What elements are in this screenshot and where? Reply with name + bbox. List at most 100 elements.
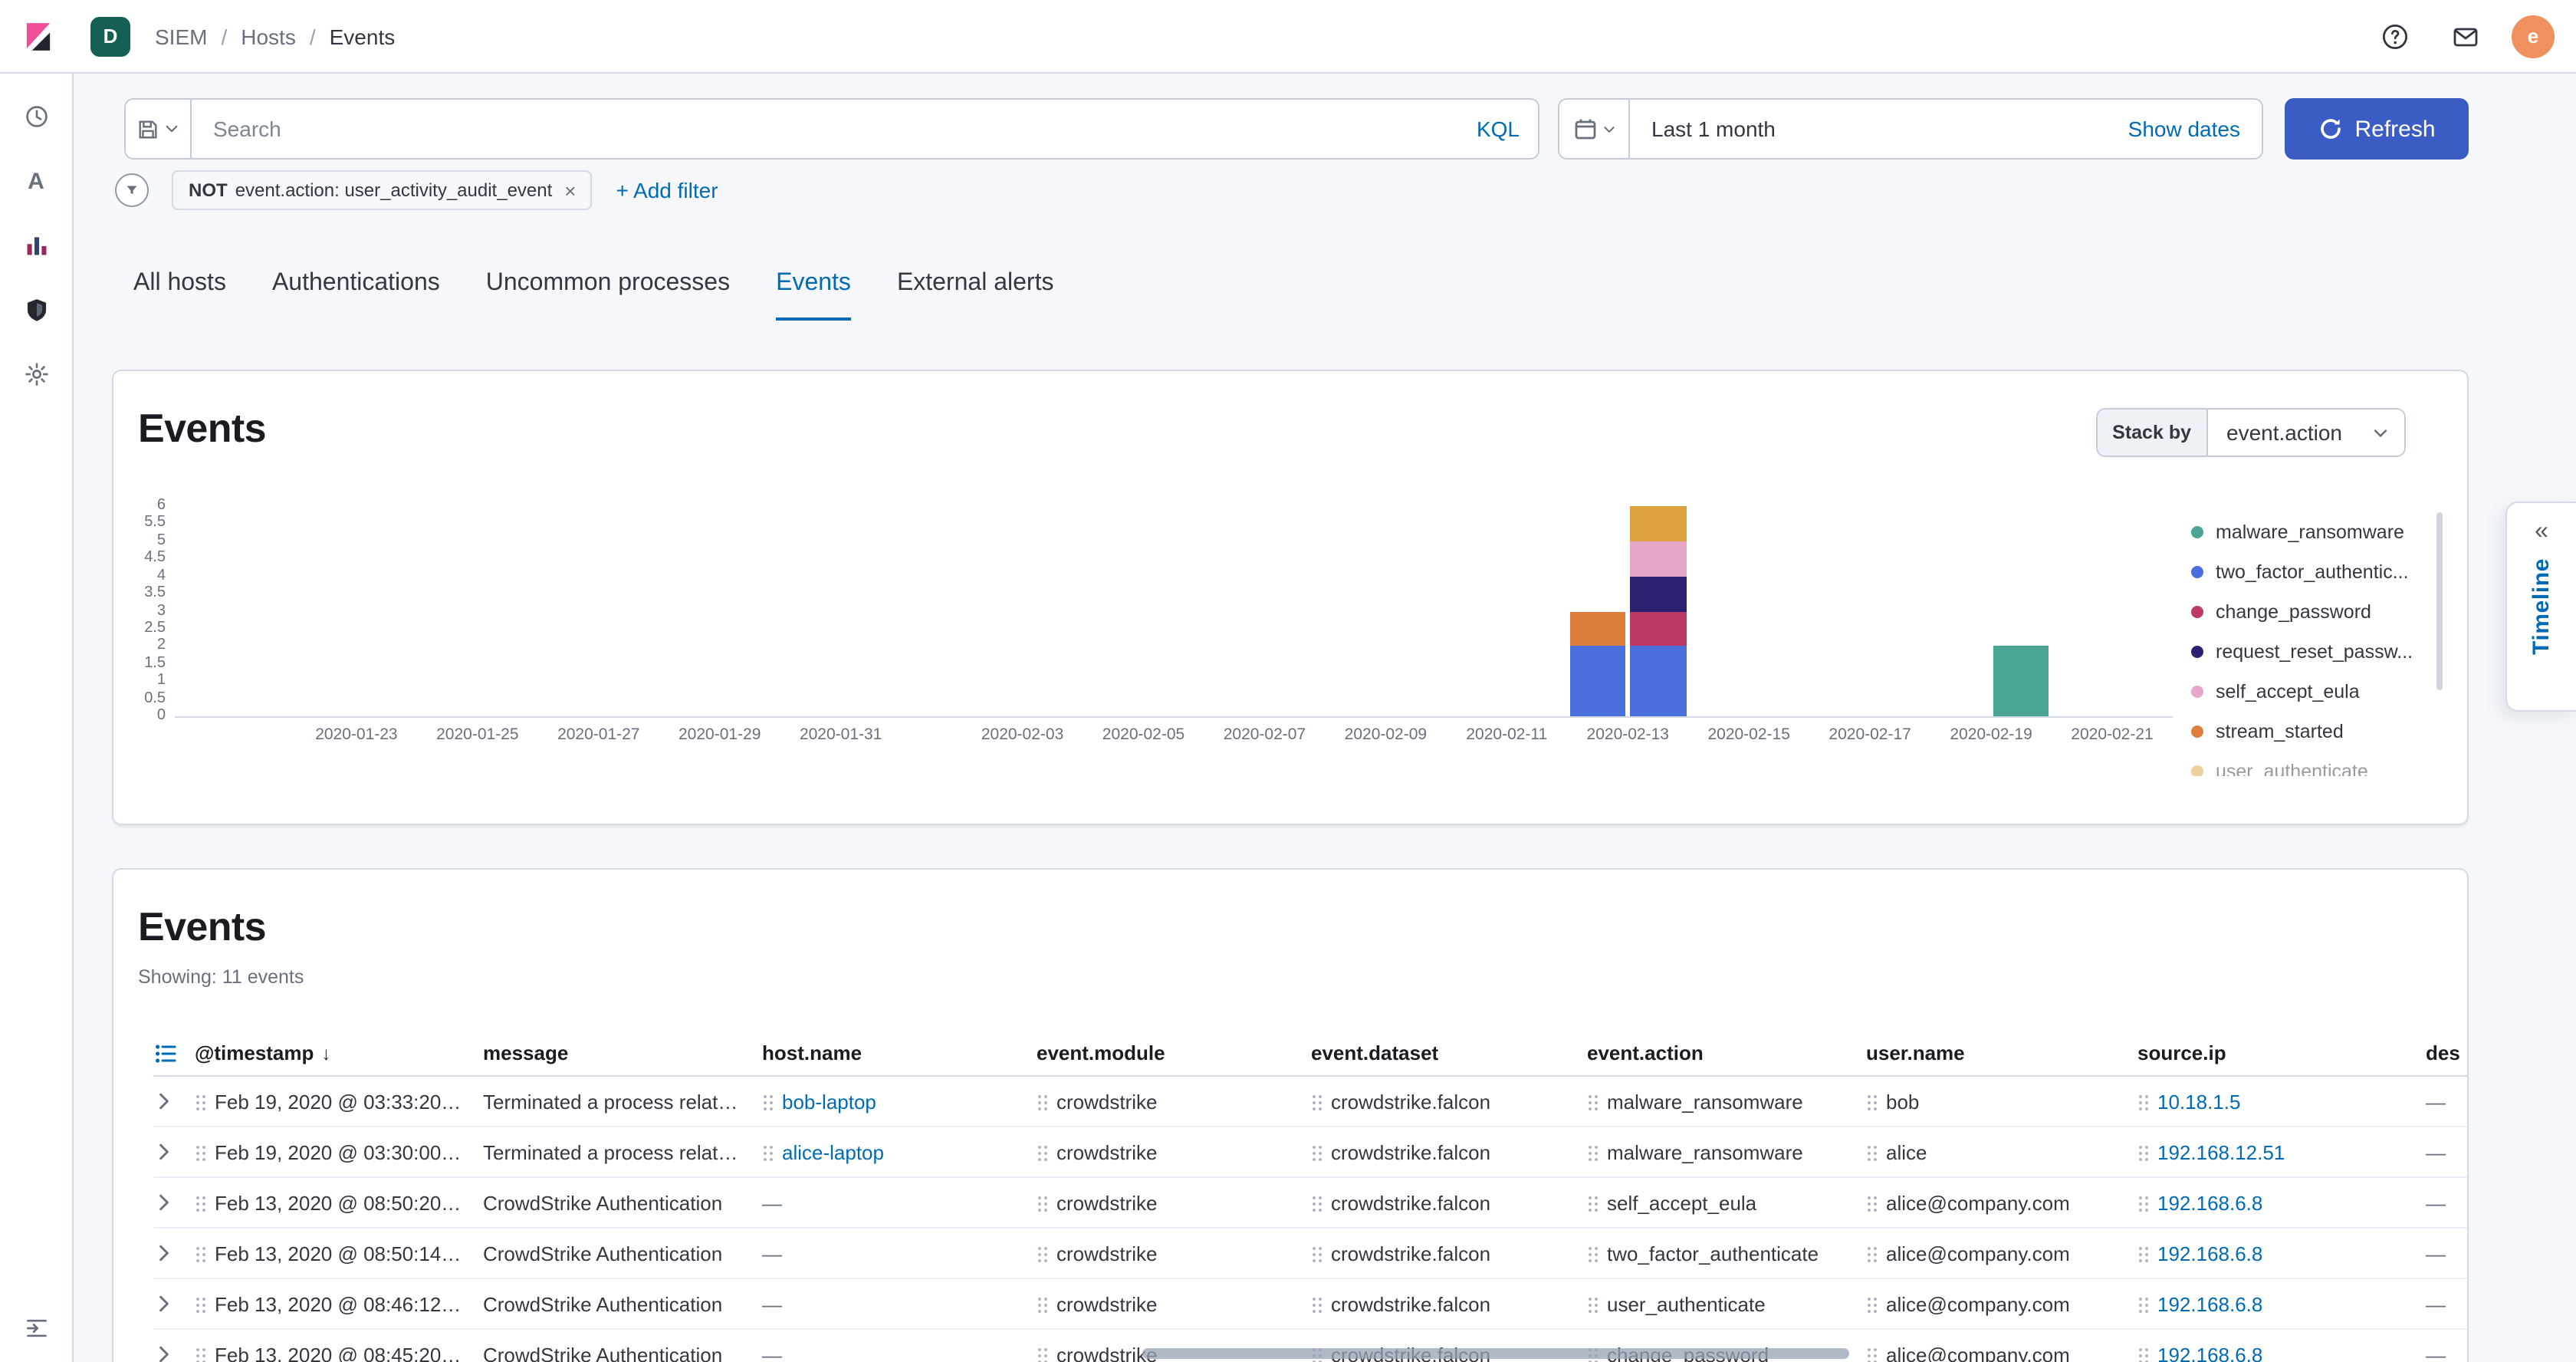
column-header-user-name[interactable]: user.name [1866, 1041, 2137, 1064]
breadcrumb-siem[interactable]: SIEM [155, 24, 207, 48]
column-header-host-name[interactable]: host.name [762, 1041, 1037, 1064]
column-header-timestamp[interactable]: @timestamp↓ [195, 1041, 483, 1064]
drag-handle-icon[interactable] [1587, 1295, 1598, 1313]
double-chevron-left-icon[interactable]: « [2525, 518, 2558, 546]
drag-handle-icon[interactable] [762, 1143, 773, 1161]
search-input[interactable] [210, 115, 1461, 143]
drag-handle-icon[interactable] [2137, 1244, 2148, 1262]
close-icon[interactable]: × [564, 180, 576, 200]
chart-bar-segment-malware_ransomware[interactable] [1993, 646, 2049, 716]
tab-all-hosts[interactable]: All hosts [133, 270, 226, 321]
siem-app-button[interactable] [15, 288, 58, 331]
app-letter-a-button[interactable]: A [15, 160, 58, 202]
drag-handle-icon[interactable] [1037, 1143, 1047, 1161]
column-header-message[interactable]: message [483, 1041, 762, 1064]
newsfeed-button[interactable] [2441, 12, 2490, 61]
filter-options-button[interactable] [115, 173, 149, 207]
legend-item[interactable]: stream_started [2191, 712, 2443, 752]
management-button[interactable] [15, 353, 58, 396]
drag-handle-icon[interactable] [1866, 1295, 1877, 1313]
expand-row-button[interactable] [153, 1242, 175, 1264]
timeline-label[interactable]: Timeline [2528, 558, 2555, 655]
expand-row-button[interactable] [153, 1091, 175, 1112]
date-quick-select-button[interactable] [1559, 100, 1630, 158]
drag-handle-icon[interactable] [195, 1092, 205, 1110]
drag-handle-icon[interactable] [762, 1092, 773, 1110]
drag-handle-icon[interactable] [1587, 1244, 1598, 1262]
drag-handle-icon[interactable] [1866, 1193, 1877, 1212]
breadcrumb-hosts[interactable]: Hosts [241, 24, 296, 48]
help-button[interactable] [2371, 12, 2420, 61]
drag-handle-icon[interactable] [1037, 1092, 1047, 1110]
legend-item[interactable]: change_password [2191, 592, 2443, 632]
cell-value[interactable]: 192.168.6.8 [2157, 1242, 2262, 1265]
cell-value[interactable]: 10.18.1.5 [2157, 1090, 2240, 1113]
chart-bar-segment-stream_started[interactable] [1569, 611, 1625, 646]
legend-item[interactable]: two_factor_authentic... [2191, 552, 2443, 592]
legend-item[interactable]: request_reset_passw... [2191, 632, 2443, 672]
drag-handle-icon[interactable] [195, 1143, 205, 1161]
filter-pill[interactable]: NOT event.action: user_activity_audit_ev… [172, 170, 591, 210]
stack-by-select[interactable]: event.action [2208, 420, 2404, 445]
drag-handle-icon[interactable] [1587, 1193, 1598, 1212]
drag-handle-icon[interactable] [1311, 1143, 1322, 1161]
drag-handle-icon[interactable] [1866, 1143, 1877, 1161]
space-badge[interactable]: D [90, 16, 130, 56]
recent-items-button[interactable] [15, 95, 58, 138]
legend-item[interactable]: self_accept_eula [2191, 672, 2443, 712]
column-header-event-dataset[interactable]: event.dataset [1311, 1041, 1587, 1064]
cell-value[interactable]: 192.168.6.8 [2157, 1292, 2262, 1315]
time-range-value[interactable]: Last 1 month [1651, 117, 1776, 141]
kql-language-button[interactable]: KQL [1477, 117, 1520, 141]
column-header-event-action[interactable]: event.action [1587, 1041, 1866, 1064]
drag-handle-icon[interactable] [2137, 1345, 2148, 1362]
legend-scrollbar[interactable] [2436, 512, 2443, 690]
chart-bar-segment-request_reset_password[interactable] [1630, 576, 1686, 611]
tab-external-alerts[interactable]: External alerts [897, 270, 1054, 321]
cell-value[interactable]: 192.168.6.8 [2157, 1343, 2262, 1362]
tab-uncommon-processes[interactable]: Uncommon processes [486, 270, 730, 321]
kibana-logo[interactable] [0, 19, 75, 53]
drag-handle-icon[interactable] [1866, 1244, 1877, 1262]
drag-handle-icon[interactable] [1866, 1092, 1877, 1110]
drag-handle-icon[interactable] [2137, 1143, 2148, 1161]
drag-handle-icon[interactable] [1037, 1193, 1047, 1212]
add-filter-button[interactable]: + Add filter [616, 178, 718, 202]
timeline-flyout-tab[interactable]: « Timeline [2505, 502, 2576, 712]
dock-navigation-button[interactable] [15, 1307, 58, 1350]
visualize-app-button[interactable] [15, 224, 58, 267]
expand-row-button[interactable] [153, 1192, 175, 1213]
legend-item[interactable]: user_authenticate [2191, 752, 2443, 776]
chart-bar[interactable] [1993, 646, 2049, 716]
tab-authentications[interactable]: Authentications [272, 270, 440, 321]
column-header-source-ip[interactable]: source.ip [2137, 1041, 2426, 1064]
chart-bar-segment-user_authenticate[interactable] [1630, 506, 1686, 541]
drag-handle-icon[interactable] [1311, 1244, 1322, 1262]
drag-handle-icon[interactable] [1311, 1193, 1322, 1212]
drag-handle-icon[interactable] [1866, 1345, 1877, 1362]
fields-browser-button[interactable] [153, 1041, 178, 1065]
chart-bar-segment-self_accept_eula[interactable] [1630, 541, 1686, 577]
drag-handle-icon[interactable] [1037, 1295, 1047, 1313]
chart-bar[interactable] [1569, 611, 1625, 716]
chart-bar-segment-two_factor_authenticate[interactable] [1630, 646, 1686, 716]
drag-handle-icon[interactable] [195, 1193, 205, 1212]
drag-handle-icon[interactable] [2137, 1193, 2148, 1212]
drag-handle-icon[interactable] [1037, 1345, 1047, 1362]
cell-value[interactable]: alice-laptop [782, 1140, 884, 1163]
drag-handle-icon[interactable] [1311, 1295, 1322, 1313]
refresh-button[interactable]: Refresh [2285, 98, 2469, 160]
cell-value[interactable]: 192.168.6.8 [2157, 1191, 2262, 1214]
drag-handle-icon[interactable] [195, 1295, 205, 1313]
chart-bar-segment-two_factor_authenticate[interactable] [1569, 646, 1625, 716]
chart-bar-segment-change_password[interactable] [1630, 611, 1686, 646]
column-header-des[interactable]: des [2426, 1041, 2469, 1064]
tab-events[interactable]: Events [776, 270, 851, 321]
cell-value[interactable]: bob-laptop [782, 1090, 876, 1113]
drag-handle-icon[interactable] [2137, 1092, 2148, 1110]
drag-handle-icon[interactable] [1311, 1092, 1322, 1110]
chart-bar[interactable] [1630, 506, 1686, 716]
drag-handle-icon[interactable] [1037, 1244, 1047, 1262]
column-header-event-module[interactable]: event.module [1037, 1041, 1311, 1064]
drag-handle-icon[interactable] [1587, 1092, 1598, 1110]
